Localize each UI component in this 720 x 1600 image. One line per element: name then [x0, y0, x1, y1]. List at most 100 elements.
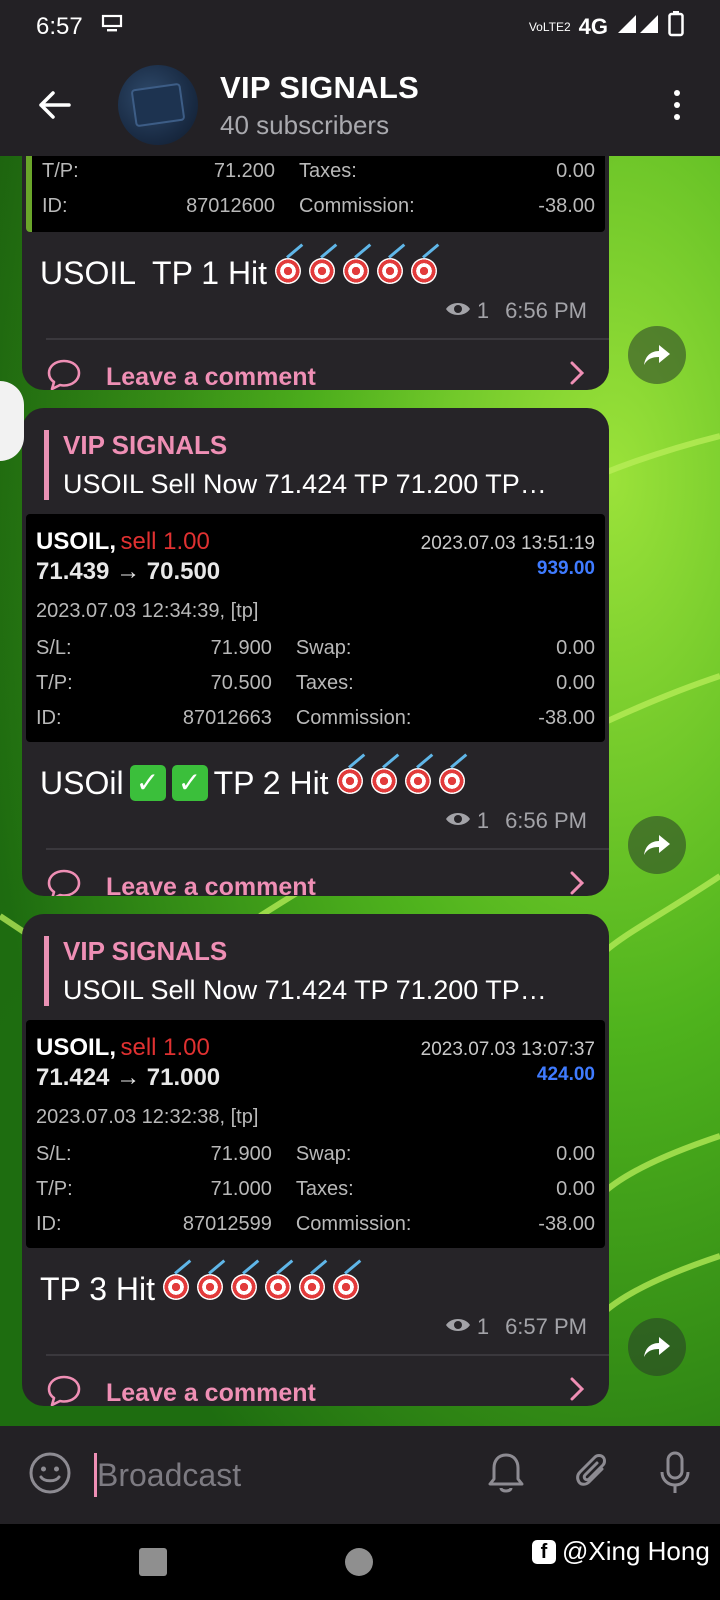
reply-text: USOIL Sell Now 71.424 TP 71.200 TP… [63, 469, 547, 499]
network-type: 4G [578, 14, 608, 39]
screen-cast-icon [101, 13, 123, 42]
chevron-right-icon [569, 1376, 585, 1406]
message-text-content: USOIL TP 1 Hit [40, 254, 268, 291]
commission-value: -38.00 [538, 707, 595, 729]
system-nav-bar: f @Xing Hong [0, 1524, 720, 1600]
share-forward-icon[interactable] [628, 816, 686, 874]
trade-close-time: 2023.07.03 13:07:37 [420, 1039, 595, 1060]
swap-value: 0.00 [556, 637, 595, 659]
target-icon [403, 762, 437, 796]
message-time: 6:57 PM [505, 1314, 587, 1339]
target-icon [161, 1268, 195, 1302]
leave-comment-button[interactable]: Leave a comment [22, 1356, 609, 1406]
target-emoji-group [273, 252, 443, 294]
message-meta: 1 6:57 PM [22, 1314, 609, 1340]
message-text-b: TP 2 Hit [213, 764, 329, 801]
reply-author: VIP SIGNALS [63, 430, 228, 460]
status-bar: 6:57 VoLTE2 4G [0, 0, 720, 54]
message-bubble: T/P: 71.200 Taxes: 0.00 ID: 87012600 Com… [22, 156, 609, 390]
attach-paperclip-icon[interactable] [572, 1451, 612, 1500]
channel-avatar[interactable] [118, 65, 198, 145]
leave-comment-button[interactable]: Leave a comment [22, 850, 609, 896]
eye-icon [445, 298, 471, 324]
target-icon [341, 252, 375, 286]
id-value: 87012599 [182, 1213, 272, 1235]
share-forward-icon[interactable] [628, 326, 686, 384]
bell-icon[interactable] [486, 1451, 526, 1500]
id-label: ID: [42, 195, 68, 217]
leave-comment-label: Leave a comment [106, 872, 316, 897]
target-icon [335, 762, 369, 796]
composer-bar: Broadcast [0, 1426, 720, 1524]
comment-icon [46, 358, 82, 391]
id-value: 87012663 [182, 707, 272, 729]
commission-label: Commission: [299, 195, 415, 217]
sl-label: S/L: [36, 1143, 72, 1165]
comment-icon [46, 868, 82, 896]
message-meta: 1 6:56 PM [22, 808, 609, 834]
target-emoji-group [335, 762, 471, 804]
target-icon [229, 1268, 263, 1302]
message-time: 6:56 PM [505, 808, 587, 833]
taxes-label: Taxes: [299, 160, 357, 182]
reply-quote[interactable]: VIP SIGNALS USOIL Sell Now 71.424 TP 71.… [44, 430, 609, 500]
taxes-label: Taxes: [295, 1178, 354, 1200]
subscriber-count: 40 subscribers [220, 109, 390, 140]
broadcast-input[interactable]: Broadcast [97, 1457, 241, 1494]
taxes-value: 0.00 [556, 672, 595, 694]
commission-label: Commission: [295, 1213, 412, 1235]
message-text-a: USOil [40, 764, 124, 801]
eye-icon [445, 1314, 471, 1340]
reply-quote[interactable]: VIP SIGNALS USOIL Sell Now 71.424 TP 71.… [44, 936, 609, 1006]
target-icon [307, 252, 341, 286]
target-icon [409, 252, 443, 286]
chat-header: VIP SIGNALS 40 subscribers [0, 54, 720, 156]
emoji-icon[interactable] [28, 1451, 72, 1500]
sl-label: S/L: [36, 637, 72, 659]
comment-icon [46, 1374, 82, 1407]
id-value: 87012600 [186, 195, 276, 217]
trade-screenshot[interactable]: USOIL, sell 1.00 2023.07.03 13:07:37 71.… [26, 1020, 605, 1248]
microphone-icon[interactable] [658, 1450, 692, 1501]
side-handle[interactable] [0, 381, 24, 461]
tp-value: 71.200 [213, 160, 276, 182]
recents-button[interactable] [139, 1548, 167, 1576]
share-forward-icon[interactable] [628, 1318, 686, 1376]
commission-value: -38.00 [538, 1213, 595, 1235]
target-icon [437, 762, 471, 796]
home-button[interactable] [345, 1548, 373, 1576]
tp-value: 71.000 [210, 1178, 272, 1200]
trade-profit: 424.00 [536, 1064, 595, 1085]
commission-value: -38.00 [538, 195, 595, 217]
sl-value: 71.900 [210, 1143, 272, 1165]
reply-text: USOIL Sell Now 71.424 TP 71.200 TP… [63, 975, 547, 1005]
tp-value: 70.500 [210, 672, 272, 694]
back-arrow-icon[interactable] [28, 79, 80, 131]
message-text-content: TP 3 Hit [40, 1270, 155, 1307]
trade-symbol: USOIL, [36, 528, 117, 555]
id-label: ID: [36, 1213, 62, 1235]
trade-open-time: 2023.07.03 12:34:39, [tp] [36, 600, 259, 622]
tp-label: T/P: [36, 1178, 73, 1200]
target-icon [195, 1268, 229, 1302]
trade-screenshot[interactable]: USOIL, sell 1.00 2023.07.03 13:51:19 71.… [26, 514, 605, 742]
taxes-value: 0.00 [556, 1178, 595, 1200]
message-text: USOil ✓ ✓ TP 2 Hit [22, 742, 609, 804]
channel-title: VIP SIGNALS [220, 69, 420, 105]
channel-title-block[interactable]: VIP SIGNALS 40 subscribers [220, 70, 419, 141]
target-icon [331, 1268, 365, 1302]
trade-prices: 71.439 → 70.500 [36, 558, 221, 585]
leave-comment-button[interactable]: Leave a comment [22, 340, 609, 390]
swap-value: 0.00 [556, 1143, 595, 1165]
commission-label: Commission: [295, 707, 412, 729]
message-feed[interactable]: T/P: 71.200 Taxes: 0.00 ID: 87012600 Com… [0, 156, 720, 1426]
message-bubble: VIP SIGNALS USOIL Sell Now 71.424 TP 71.… [22, 408, 609, 896]
more-menu-icon[interactable] [674, 90, 680, 120]
watermark: f @Xing Hong [532, 1536, 710, 1567]
view-count: 1 [476, 808, 490, 833]
target-icon [263, 1268, 297, 1302]
trade-side: sell 1.00 [120, 528, 210, 555]
check-mark-icon: ✓ [171, 765, 208, 801]
volte-label: VoLTE2 [528, 20, 571, 34]
swap-label: Swap: [295, 637, 352, 659]
